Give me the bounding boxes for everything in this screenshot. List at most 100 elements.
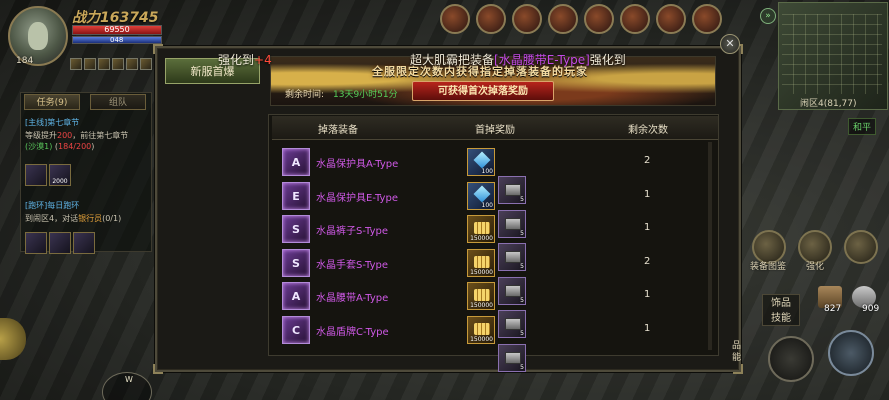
enhance-announcement-1: 强化到+4 [218, 51, 272, 68]
announce-text: 超大肌霸把装备 [410, 53, 495, 67]
activity-icon[interactable] [584, 4, 614, 34]
quest-text: 到闹区4，对话 [25, 214, 79, 223]
gem-reward-icon[interactable]: 100 [467, 148, 495, 176]
activity-icon[interactable] [548, 4, 578, 34]
partial-label-line: 能 [732, 353, 742, 363]
gem-reward-icon[interactable]: 100 [467, 182, 495, 210]
buff-icon[interactable] [126, 58, 138, 70]
first-drop-reward-button[interactable]: 可获得首次掉落奖励 [412, 81, 554, 101]
quest-text: 等级提升 [25, 131, 57, 140]
gem-shape [473, 185, 491, 203]
equip-codex-label: 装备图鉴 [750, 262, 787, 272]
reward-item[interactable] [73, 232, 95, 254]
announce-value: +4 [254, 53, 272, 67]
close-icon[interactable]: ✕ [720, 34, 740, 54]
minimap-grid [782, 14, 882, 94]
equipment-icon[interactable]: A [282, 282, 310, 310]
activity-icon[interactable] [440, 4, 470, 34]
buff-icon[interactable] [140, 58, 152, 70]
map-location: 闹区4(81,77) [800, 99, 857, 109]
equipment-icon[interactable]: E [282, 182, 310, 210]
gold-reward-icon[interactable]: 150000 [467, 316, 495, 344]
minimap-toggle-icon[interactable]: » [760, 8, 776, 24]
daily-quest-title[interactable]: [跑环]每日跑环 [25, 200, 79, 211]
column-header: 掉落装备 [318, 125, 358, 136]
reward-item[interactable] [25, 232, 47, 254]
enhance-label: 强化 [806, 262, 825, 272]
gold-reward-icon[interactable]: 150000 [467, 282, 495, 310]
special-skill-button[interactable] [828, 330, 874, 376]
main-quest-desc[interactable]: 等级提升200，前往第七章节 (沙漠1) (184/200) [25, 130, 151, 152]
chest-reward-icon[interactable]: 5 [498, 344, 526, 372]
equipment-name: 水晶保护具A-Type [316, 159, 399, 170]
buff-icon[interactable] [98, 58, 110, 70]
daily-rewards [25, 232, 95, 254]
reward-item[interactable]: 2000 [49, 164, 71, 186]
announce-item: [水晶腰带E-Type] [494, 53, 590, 67]
equipment-name: 水晶裤子S-Type [316, 226, 389, 237]
quest-location: (沙漠1) [25, 142, 53, 151]
table-row: A 水晶保护具A-Type 100 5 2 [272, 145, 718, 204]
tab-tasks[interactable]: 任务(9) [24, 94, 80, 110]
reward-item[interactable] [25, 164, 47, 186]
tab-team[interactable]: 组队 [90, 94, 146, 110]
equipment-icon[interactable]: A [282, 148, 310, 176]
countdown-value: 13天9小时51分 [333, 90, 398, 100]
remaining-count: 2 [644, 155, 651, 166]
remaining-count: 1 [644, 222, 651, 233]
partial-label-line: 品 [732, 341, 742, 351]
gold-reward-icon[interactable]: 150000 [467, 215, 495, 243]
activity-icon[interactable] [692, 4, 722, 34]
buff-icon[interactable] [70, 58, 82, 70]
equipment-name: 水晶腰带A-Type [316, 293, 389, 304]
joystick-edge[interactable] [0, 318, 26, 360]
gold-reward-icon[interactable]: 150000 [467, 249, 495, 277]
skill-label: 技能 [771, 313, 791, 324]
player-level: 184 [16, 56, 34, 66]
table-row: C 水晶盾牌C-Type 150000 5 1 [272, 313, 718, 372]
accessory-skill-button[interactable]: 饰品 技能 [762, 294, 800, 326]
activity-icon[interactable] [476, 4, 506, 34]
table-row: A 水晶腰带A-Type 150000 5 1 [272, 279, 718, 338]
quest-level: 200 [57, 131, 73, 140]
activity-icon[interactable] [620, 4, 650, 34]
table-row: S 水晶裤子S-Type 150000 5 1 [272, 212, 718, 271]
enhance-announcement-2: 超大肌霸把装备[水晶腰带E-Type]强化到 [410, 51, 626, 68]
gold-shape [474, 256, 490, 268]
equipment-grade: S [292, 256, 300, 270]
compass-direction: W [125, 375, 133, 384]
buff-icon[interactable] [112, 58, 124, 70]
buff-icon[interactable] [84, 58, 96, 70]
activity-icon[interactable] [656, 4, 686, 34]
quest-progress: 184/200 [58, 142, 92, 151]
equipment-icon[interactable]: S [282, 215, 310, 243]
dialog-corner [153, 364, 163, 374]
equipment-name: 水晶盾牌C-Type [316, 327, 389, 338]
equipment-icon[interactable]: S [282, 249, 310, 277]
equipment-icon[interactable]: C [282, 316, 310, 344]
scroll-count: 909 [862, 304, 880, 314]
potion-count: 827 [824, 304, 842, 314]
column-header: 剩余次数 [628, 125, 668, 136]
main-quest-title[interactable]: [主线]第七章节 [25, 117, 79, 128]
inventory-icon[interactable] [844, 230, 878, 264]
reward-qty: 100 [481, 202, 493, 209]
pk-mode-button[interactable]: 和平 [848, 118, 877, 135]
dialog-corner [733, 364, 743, 374]
accessory-label: 饰品 [771, 298, 791, 309]
attack-skill-button[interactable] [768, 336, 814, 382]
remaining-count: 1 [644, 189, 651, 200]
combat-power: 战力163745 [72, 10, 159, 26]
equipment-grade: E [292, 189, 300, 203]
remaining-count: 2 [644, 256, 651, 267]
activity-icon[interactable] [512, 4, 542, 34]
buff-bar [70, 58, 152, 70]
daily-quest-desc[interactable]: 到闹区4，对话银行员(0/1) [25, 213, 151, 224]
quest-rewards: 2000 [25, 164, 71, 186]
chest-shape [505, 352, 521, 364]
quest-text: (0/1) [102, 214, 122, 223]
reward-item[interactable] [49, 232, 71, 254]
table-row: E 水晶保护具E-Type 100 5 1 [272, 179, 718, 238]
reward-qty: 100 [481, 168, 493, 175]
reward-qty: 150000 [470, 269, 493, 276]
